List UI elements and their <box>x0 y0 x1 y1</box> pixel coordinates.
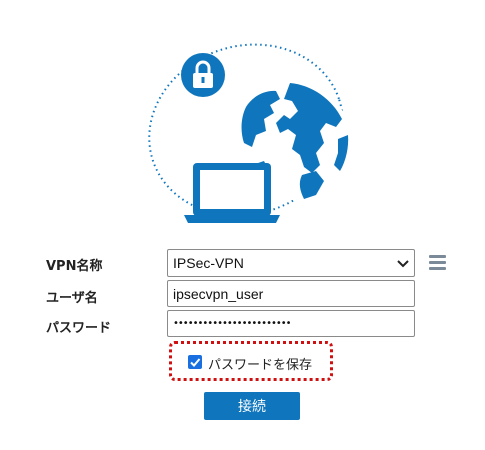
vpn-name-select[interactable]: IPSec-VPN <box>167 249 415 277</box>
lock-icon <box>181 53 225 97</box>
save-password-label: パスワードを保存 <box>208 358 313 373</box>
checkmark-icon <box>190 358 201 367</box>
password-masked-value: •••••••••••••••••••••••• <box>173 318 292 329</box>
password-label: パスワード <box>46 321 112 336</box>
connect-button[interactable]: 接続 <box>204 392 300 420</box>
laptop-icon <box>184 163 280 223</box>
username-input[interactable] <box>167 280 415 307</box>
username-label: ユーザ名 <box>46 291 98 306</box>
save-password-checkbox[interactable] <box>188 355 202 369</box>
vpn-name-selected-value: IPSec-VPN <box>173 255 244 271</box>
vpn-name-label: VPN名称 <box>46 259 103 274</box>
hamburger-menu-icon[interactable] <box>429 255 446 270</box>
password-input[interactable]: •••••••••••••••••••••••• <box>167 310 415 337</box>
chevron-down-icon <box>397 260 409 268</box>
vpn-illustration <box>148 43 350 223</box>
